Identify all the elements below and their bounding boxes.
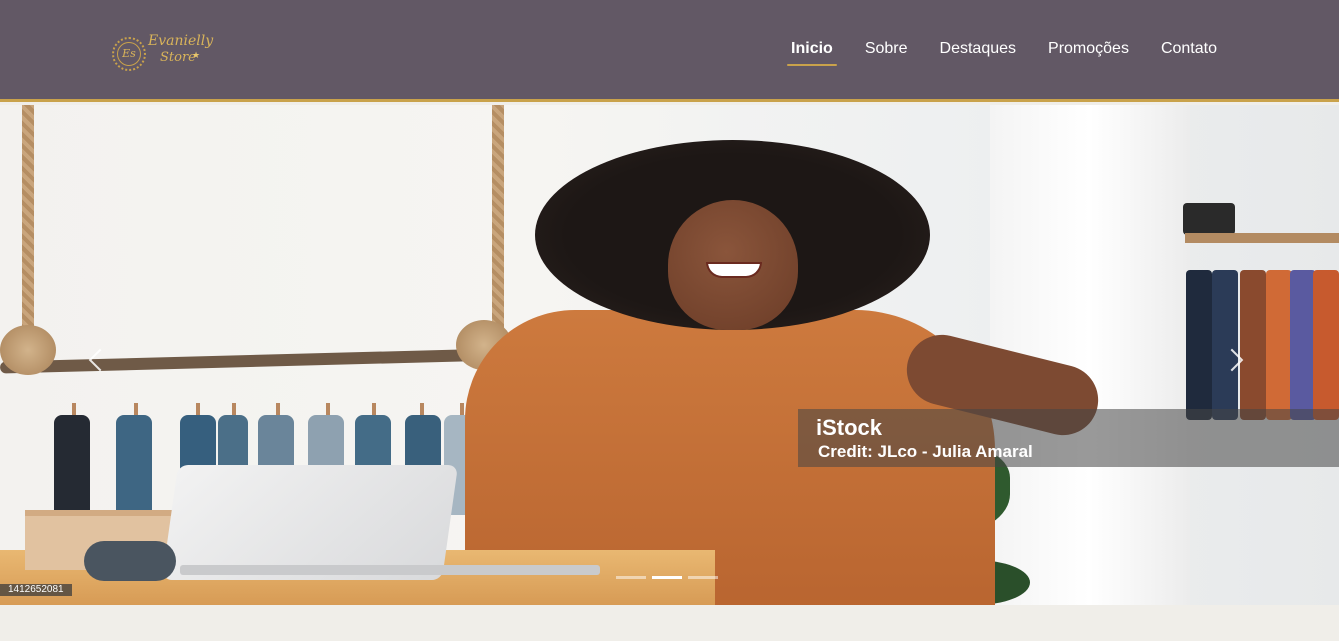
garment <box>116 415 152 515</box>
barcode-scanner <box>84 541 176 581</box>
laptop-base <box>180 565 600 575</box>
watermark-image-id: 1412652081 <box>0 584 72 596</box>
watermark-brand: iStock <box>816 415 883 440</box>
garment <box>1313 270 1339 420</box>
carousel-prev-button[interactable] <box>82 340 112 380</box>
logo-store: Store <box>160 50 196 65</box>
carousel-next-button[interactable] <box>1220 340 1252 380</box>
shelf <box>1185 233 1339 243</box>
garment <box>1186 270 1212 420</box>
site-header: Es Evanielly Store ★ Inicio Sobre Destaq… <box>0 0 1339 102</box>
watermark-credit: Credit: JLco - Julia Amaral <box>818 442 1033 461</box>
nav-item-sobre[interactable]: Sobre <box>861 38 912 66</box>
nav-item-promocoes[interactable]: Promoções <box>1044 38 1133 66</box>
handbag <box>1183 203 1235 235</box>
carousel-indicators <box>616 576 718 579</box>
rope-knot <box>0 325 56 375</box>
person-smile <box>706 262 762 278</box>
main-nav: Inicio Sobre Destaques Promoções Contato <box>787 38 1221 66</box>
carousel-indicator-2[interactable] <box>652 576 682 579</box>
logo-star-icon: ★ <box>192 51 201 61</box>
logo-name: Evanielly <box>148 33 214 49</box>
chevron-right-icon <box>1220 348 1244 372</box>
carousel-indicator-3[interactable] <box>688 576 718 579</box>
site-logo[interactable]: Es Evanielly Store ★ <box>112 31 214 71</box>
logo-emblem-icon: Es <box>112 37 146 71</box>
hero-carousel: iStock Credit: JLco - Julia Amaral 14126… <box>0 105 1339 605</box>
logo-monogram: Es <box>117 42 141 66</box>
chevron-left-icon <box>88 348 112 372</box>
garment <box>1266 270 1292 420</box>
carousel-indicator-1[interactable] <box>616 576 646 579</box>
laptop <box>161 465 459 580</box>
nav-item-contato[interactable]: Contato <box>1157 38 1221 66</box>
rope-decoration <box>22 105 34 335</box>
nav-item-inicio[interactable]: Inicio <box>787 38 837 66</box>
nav-item-destaques[interactable]: Destaques <box>936 38 1021 66</box>
clothes-rail <box>0 348 501 374</box>
rope-decoration <box>492 105 504 335</box>
garment <box>54 415 90 515</box>
watermark-band: iStock Credit: JLco - Julia Amaral <box>798 409 1339 467</box>
